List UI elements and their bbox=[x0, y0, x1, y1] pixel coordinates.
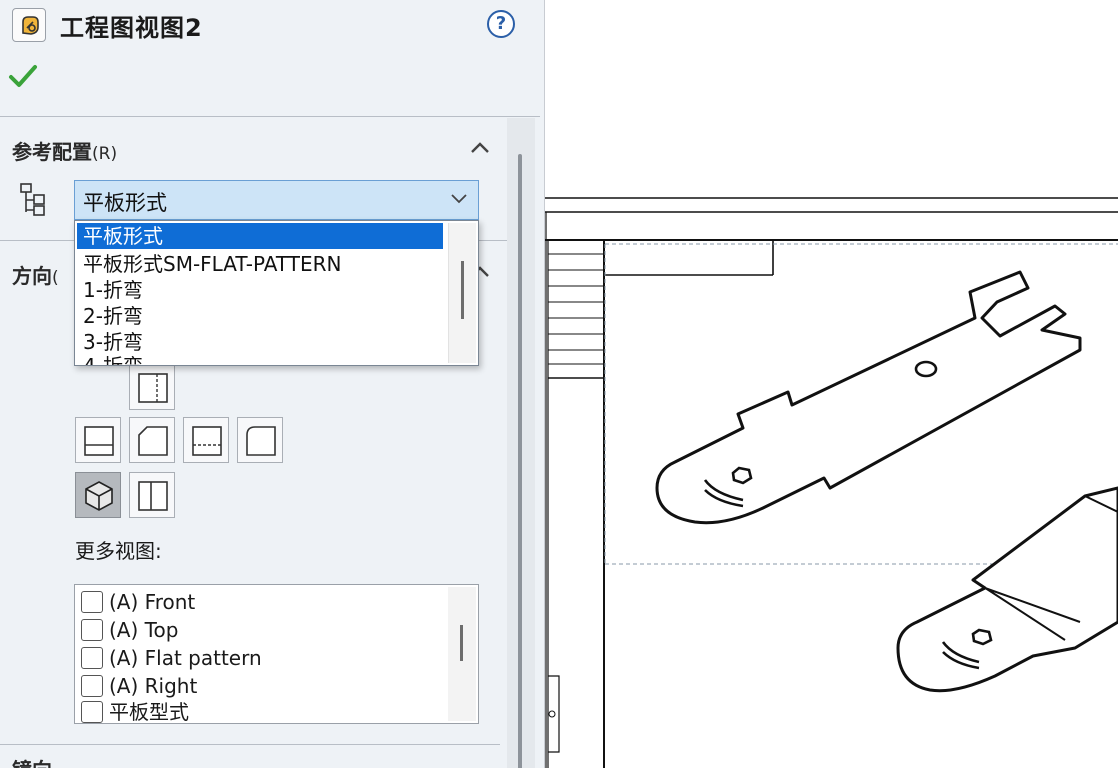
isometric-view-icon bbox=[85, 481, 113, 511]
panel-scrollbar[interactable] bbox=[507, 118, 535, 768]
list-scroll-thumb[interactable] bbox=[460, 625, 463, 661]
drawing-canvas[interactable] bbox=[545, 0, 1118, 768]
bent-part bbox=[896, 486, 1118, 693]
checkbox[interactable] bbox=[81, 619, 103, 641]
view-right-button[interactable] bbox=[129, 364, 175, 410]
bottom-view-icon bbox=[192, 426, 222, 456]
question-mark-icon[interactable]: ? bbox=[487, 10, 515, 38]
checkbox[interactable] bbox=[81, 591, 103, 613]
list-item[interactable]: 平板型式 bbox=[81, 699, 189, 723]
config-option[interactable]: 3-折弯 bbox=[77, 329, 143, 355]
panel-scroll-thumb[interactable] bbox=[518, 154, 522, 768]
view-left-button[interactable] bbox=[129, 472, 175, 518]
config-option[interactable]: 平板形式SM-FLAT-PATTERN bbox=[77, 251, 342, 277]
back-view-icon bbox=[246, 426, 276, 456]
drawing-sheet[interactable] bbox=[545, 0, 1118, 768]
check-icon[interactable] bbox=[8, 63, 38, 89]
checkbox[interactable] bbox=[81, 647, 103, 669]
config-option[interactable]: 平板形式 bbox=[77, 223, 443, 249]
view-bottom-button[interactable] bbox=[183, 417, 229, 463]
checkbox[interactable] bbox=[81, 701, 103, 723]
property-manager-panel: 工程图视图2 ? 参考配置(R) 平板形式 方向(更多视图: (A) Fron… bbox=[0, 0, 545, 768]
view-front-button[interactable] bbox=[75, 417, 121, 463]
list-scrollbar[interactable] bbox=[448, 587, 476, 721]
page-title: 工程图视图2 bbox=[60, 14, 203, 42]
more-views-list[interactable]: (A) Front (A) Top (A) Flat pattern (A) R… bbox=[74, 584, 479, 724]
config-option[interactable]: 2-折弯 bbox=[77, 303, 143, 329]
view-isometric-button[interactable] bbox=[75, 472, 121, 518]
config-dropdown-list[interactable]: 平板形式 平板形式SM-FLAT-PATTERN 1-折弯 2-折弯 3-折弯 … bbox=[74, 220, 479, 366]
list-item[interactable]: (A) Top bbox=[81, 617, 178, 643]
reference-config-select[interactable]: 平板形式 bbox=[74, 180, 479, 220]
right-view-icon bbox=[138, 373, 168, 403]
dropdown-scrollbar[interactable] bbox=[448, 223, 476, 363]
more-views-label: 更多视图: bbox=[75, 539, 162, 563]
divider bbox=[0, 116, 540, 117]
configuration-icon bbox=[20, 183, 45, 216]
list-item[interactable]: (A) Front bbox=[81, 589, 195, 615]
list-item[interactable]: (A) Right bbox=[81, 673, 197, 699]
drawing-view-icon bbox=[12, 8, 46, 42]
view-top-button[interactable] bbox=[129, 417, 175, 463]
divider bbox=[0, 744, 500, 745]
view-back-button[interactable] bbox=[237, 417, 283, 463]
list-item[interactable]: (A) Flat pattern bbox=[81, 645, 262, 671]
flat-pattern-part bbox=[655, 270, 1082, 525]
config-option[interactable]: 1-折弯 bbox=[77, 277, 143, 303]
orientation-section-title: 方向( bbox=[12, 264, 59, 288]
top-view-icon bbox=[138, 426, 168, 456]
config-option[interactable]: 4-折弯 bbox=[77, 353, 143, 365]
left-view-icon bbox=[138, 481, 168, 511]
selected-config-value: 平板形式 bbox=[83, 191, 167, 215]
dropdown-scroll-thumb[interactable] bbox=[461, 261, 464, 319]
chevron-up-icon[interactable] bbox=[470, 140, 490, 154]
checkbox[interactable] bbox=[81, 675, 103, 697]
mirror-section-title: 镜向 bbox=[12, 754, 52, 768]
reference-config-section-title: 参考配置(R) bbox=[12, 140, 118, 164]
front-view-icon bbox=[84, 426, 114, 456]
chevron-down-icon bbox=[451, 194, 467, 204]
